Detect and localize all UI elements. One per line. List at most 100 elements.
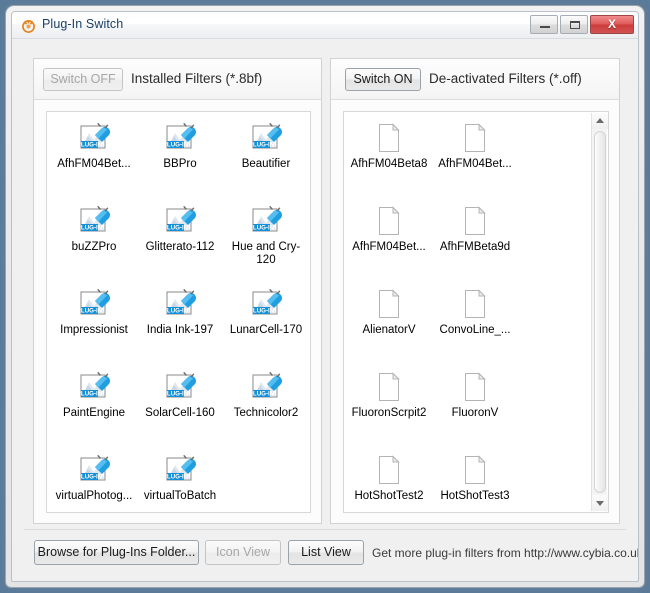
list-item[interactable]: AfhFM04Beta8 (346, 112, 432, 195)
list-item-label: AfhFMBeta9d (439, 241, 511, 253)
list-item-label: virtualToBatch (143, 490, 217, 502)
list-item[interactable]: ConvoLine_... (432, 278, 518, 361)
list-item-label: Hue and Cry-120 (231, 241, 301, 266)
blank-document-icon (459, 288, 491, 320)
chevron-up-icon (596, 118, 604, 123)
list-item[interactable]: HotShotTest3 (432, 444, 518, 512)
switch-on-button[interactable]: Switch ON (345, 68, 421, 91)
deactivated-filters-header: Switch ON De-activated Filters (*.off) (331, 59, 619, 100)
svg-text:PLUG-IN: PLUG-IN (250, 308, 275, 315)
list-item[interactable]: PLUG-IN virtualToBatch (137, 444, 223, 512)
list-item[interactable]: PLUG-IN AfhFM04Bet... (51, 112, 137, 195)
list-item[interactable]: PLUG-IN PaintEngine (51, 361, 137, 444)
maximize-button[interactable] (560, 15, 588, 34)
list-item[interactable]: PLUG-IN Impressionist (51, 278, 137, 361)
installed-filters-list[interactable]: PLUG-IN AfhFM04Bet... PLUG-IN BBPro PLUG… (46, 111, 311, 513)
list-item-label: India Ink-197 (146, 324, 214, 336)
footer-link-text: Get more plug-in filters from http://www… (372, 546, 639, 560)
list-item-label: AfhFM04Bet... (57, 158, 131, 170)
plugin-icon: PLUG-IN (77, 122, 110, 154)
list-item-label: AfhFM04Beta8 (350, 158, 428, 170)
title-bar: Plug-In Switch X (12, 12, 638, 39)
svg-text:PLUG-IN: PLUG-IN (164, 142, 189, 149)
list-item-label: SolarCell-160 (145, 407, 215, 419)
list-item[interactable]: PLUG-IN India Ink-197 (137, 278, 223, 361)
list-item[interactable]: AlienatorV (346, 278, 432, 361)
list-item[interactable]: PLUG-IN SolarCell-160 (137, 361, 223, 444)
svg-text:PLUG-IN: PLUG-IN (164, 308, 189, 315)
list-item[interactable]: AfhFM04Bet... (432, 112, 518, 195)
blank-document-icon (373, 454, 405, 486)
scroll-down-arrow-button[interactable] (592, 495, 608, 511)
plugin-icon: PLUG-IN (163, 371, 196, 403)
scrollbar-thumb[interactable] (594, 131, 606, 493)
list-item[interactable]: PLUG-IN Glitterato-112 (137, 195, 223, 278)
plugin-icon: PLUG-IN (163, 205, 196, 237)
scroll-up-arrow-button[interactable] (592, 113, 608, 129)
minimize-icon (540, 26, 550, 28)
bottom-divider (24, 529, 626, 530)
svg-text:PLUG-IN: PLUG-IN (250, 225, 275, 232)
list-item-label: Technicolor2 (233, 407, 299, 419)
list-item-label: HotShotTest2 (354, 490, 424, 502)
blank-document-icon (459, 454, 491, 486)
list-item[interactable]: FluoronV (432, 361, 518, 444)
svg-text:PLUG-IN: PLUG-IN (250, 142, 275, 149)
list-item-label: Beautifier (241, 158, 291, 170)
browse-plugins-folder-button[interactable]: Browse for Plug-Ins Folder... (34, 540, 199, 565)
blank-document-icon (459, 205, 491, 237)
maximize-icon (570, 21, 580, 29)
svg-text:PLUG-IN: PLUG-IN (250, 391, 275, 398)
plugin-icon: PLUG-IN (163, 288, 196, 320)
svg-text:PLUG-IN: PLUG-IN (78, 225, 103, 232)
icon-view-button[interactable]: Icon View (205, 540, 281, 565)
blank-document-icon (459, 371, 491, 403)
list-item-label: virtualPhotog... (55, 490, 133, 502)
installed-filters-grid: PLUG-IN AfhFM04Bet... PLUG-IN BBPro PLUG… (47, 112, 310, 512)
svg-text:PLUG-IN: PLUG-IN (164, 391, 189, 398)
blank-document-icon (373, 122, 405, 154)
list-item[interactable]: PLUG-IN virtualPhotog... (51, 444, 137, 512)
list-item[interactable]: HotShotTest2 (346, 444, 432, 512)
list-item-label: Glitterato-112 (145, 241, 215, 253)
plugin-icon: PLUG-IN (77, 371, 110, 403)
list-item-label: BBPro (163, 158, 197, 170)
blank-document-icon (373, 288, 405, 320)
blank-document-icon (373, 371, 405, 403)
list-item-label: AfhFM04Bet... (352, 241, 426, 253)
installed-filters-header: Switch OFF Installed Filters (*.8bf) (34, 59, 321, 100)
list-item[interactable]: PLUG-IN BBPro (137, 112, 223, 195)
installed-filters-title: Installed Filters (*.8bf) (131, 71, 263, 86)
list-item[interactable]: AfhFMBeta9d (432, 195, 518, 278)
plugin-icon: PLUG-IN (163, 122, 196, 154)
plugin-icon: PLUG-IN (249, 205, 282, 237)
deactivated-filters-scrollbar[interactable] (591, 113, 608, 511)
close-button[interactable]: X (590, 15, 634, 34)
switch-off-button[interactable]: Switch OFF (43, 68, 123, 91)
list-item[interactable]: PLUG-IN LunarCell-170 (223, 278, 309, 361)
list-item[interactable]: PLUG-IN Beautifier (223, 112, 309, 195)
blank-document-icon (459, 122, 491, 154)
list-item-label: AfhFM04Bet... (438, 158, 512, 170)
deactivated-filters-grid: AfhFM04Beta8 AfhFM04Bet... AfhFM04Bet...… (344, 112, 594, 512)
deactivated-filters-list[interactable]: AfhFM04Beta8 AfhFM04Bet... AfhFM04Bet...… (343, 111, 609, 513)
plugin-icon: PLUG-IN (249, 371, 282, 403)
plugin-icon: PLUG-IN (249, 288, 282, 320)
window-client-area: Plug-In Switch X Switch OFF Installed Fi… (11, 11, 639, 582)
minimize-button[interactable] (530, 15, 558, 34)
list-item[interactable]: PLUG-IN buZZPro (51, 195, 137, 278)
list-item-label: ConvoLine_... (439, 324, 511, 336)
list-item-label: PaintEngine (62, 407, 126, 419)
close-icon: X (607, 17, 616, 31)
list-item[interactable]: PLUG-IN Technicolor2 (223, 361, 309, 444)
application-window: Plug-In Switch X Switch OFF Installed Fi… (6, 6, 644, 587)
svg-text:PLUG-IN: PLUG-IN (164, 225, 189, 232)
list-item[interactable]: AfhFM04Bet... (346, 195, 432, 278)
plugin-icon: PLUG-IN (77, 454, 110, 486)
list-item[interactable]: PLUG-IN Hue and Cry-120 (223, 195, 309, 278)
blank-document-icon (373, 205, 405, 237)
list-view-button[interactable]: List View (288, 540, 364, 565)
list-item-label: FluoronV (451, 407, 499, 419)
svg-text:PLUG-IN: PLUG-IN (78, 474, 103, 481)
list-item[interactable]: FluoronScrpit2 (346, 361, 432, 444)
